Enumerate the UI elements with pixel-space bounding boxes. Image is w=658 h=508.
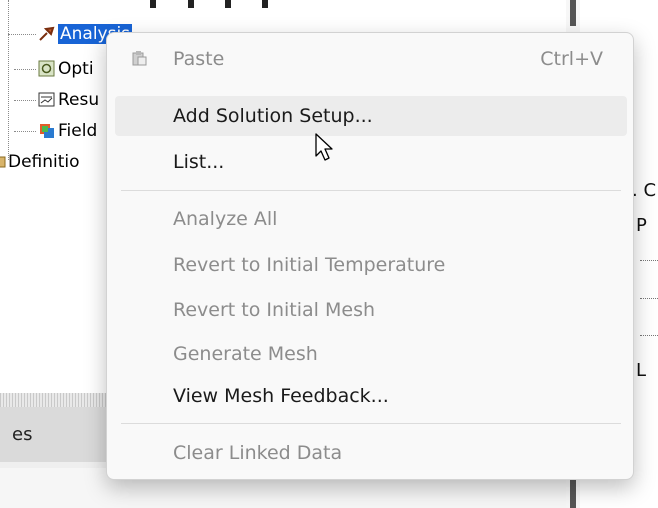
splitter-grip [570,0,576,26]
tree-connector [14,131,36,132]
optimetrics-icon [38,60,55,77]
tree-item-field-overlays[interactable]: Field [58,118,97,144]
tree-item-definitions[interactable]: Definitio [8,149,80,175]
menu-item-paste[interactable]: Paste Ctrl+V [115,39,627,79]
tree-item-results[interactable]: Resu [58,87,99,113]
menu-item-label: View Mesh Feedback... [173,385,389,407]
tree-guide-line [8,0,9,160]
definitions-icon [0,153,6,170]
divider [640,335,658,336]
tree-connector [14,100,36,101]
menu-item-label: Generate Mesh [173,343,318,365]
menu-item-generate-mesh[interactable]: Generate Mesh [115,334,627,374]
menu-item-analyze-all[interactable]: Analyze All [115,199,627,239]
menu-item-view-mesh-feedback[interactable]: View Mesh Feedback... [115,376,627,416]
results-icon [38,91,55,108]
divider [640,298,658,299]
tree-item-label: Opti [58,59,94,79]
divider [640,260,658,261]
menu-item-list[interactable]: List... [115,142,627,182]
menu-item-label: Revert to Initial Temperature [173,254,446,276]
right-panel-text: L [636,360,647,381]
menu-item-label: Add Solution Setup... [173,105,373,127]
menu-item-clear-linked-data[interactable]: Clear Linked Data [115,433,627,473]
tree-item-label: Definitio [8,152,80,172]
tree-item-label: Resu [58,90,100,110]
tree-connector [8,34,36,35]
right-panel-text: . C [632,180,657,201]
menu-item-label: Analyze All [173,208,278,230]
menu-item-revert-mesh[interactable]: Revert to Initial Mesh [115,290,627,330]
analysis-icon [38,25,55,42]
splitter-grip [570,478,576,508]
menu-item-revert-temperature[interactable]: Revert to Initial Temperature [115,245,627,285]
menu-separator [121,423,621,424]
tree-item-optimetrics[interactable]: Opti [58,56,94,82]
context-menu: Paste Ctrl+V Add Solution Setup... List.… [106,32,634,480]
menu-item-label: Paste [173,48,225,70]
menu-item-label: List... [173,151,225,173]
menu-separator [121,190,621,191]
menu-item-label: Revert to Initial Mesh [173,299,376,321]
right-panel-text: P [636,215,647,236]
menu-item-label: Clear Linked Data [173,442,343,464]
tree-connector [14,69,36,70]
paste-icon [131,50,147,66]
tree-item-label: Field [58,121,98,141]
mouse-pointer-icon [314,133,338,163]
menu-item-add-solution-setup[interactable]: Add Solution Setup... [115,96,627,136]
field-overlays-icon [38,122,55,139]
menu-item-shortcut: Ctrl+V [540,48,603,70]
clipped-header-text [150,0,270,10]
